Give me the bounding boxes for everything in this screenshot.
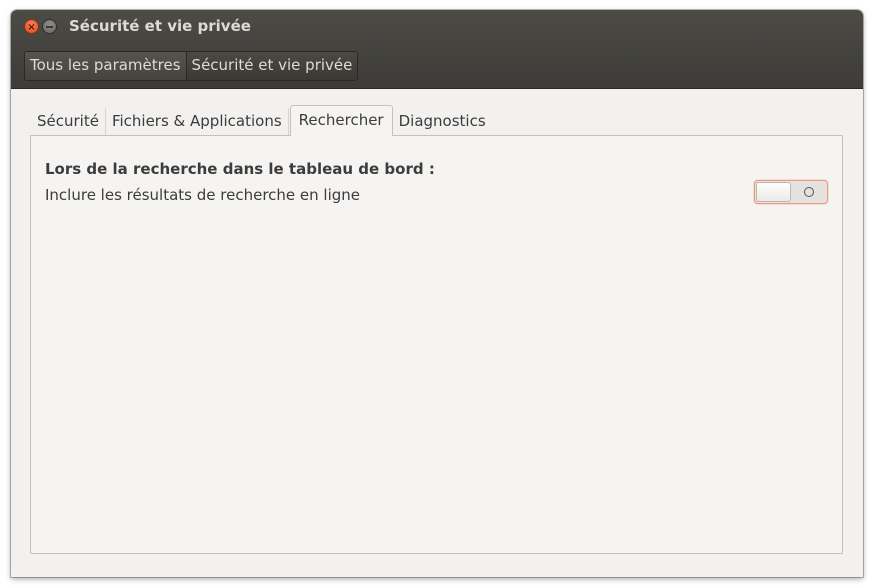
tab-files-applications[interactable]: Fichiers & Applications [106,108,289,136]
tab-search[interactable]: Rechercher [289,105,393,136]
switch-knob[interactable] [756,182,791,202]
search-panel: Lors de la recherche dans le tableau de … [30,135,843,554]
switch-off-icon [804,187,814,197]
online-results-switch[interactable] [754,180,828,204]
breadcrumb-security-privacy[interactable]: Sécurité et vie privée [185,52,358,80]
breadcrumb-all-settings[interactable]: Tous les paramètres [25,52,186,80]
titlebar: × Sécurité et vie privée [11,10,863,44]
online-results-label: Inclure les résultats de recherche en li… [45,186,361,204]
section-heading: Lors de la recherche dans le tableau de … [45,160,435,178]
minimize-icon[interactable] [42,19,57,34]
window-title: Sécurité et vie privée [69,17,251,35]
tab-bar: Sécurité Fichiers & Applications Recherc… [31,105,492,136]
settings-window: × Sécurité et vie privée Tous les paramè… [11,10,863,577]
close-icon[interactable]: × [24,19,39,34]
tab-security[interactable]: Sécurité [31,108,106,136]
header-bar: × Sécurité et vie privée Tous les paramè… [11,10,863,89]
breadcrumb: Tous les paramètres Sécurité et vie priv… [24,51,359,81]
tab-diagnostics[interactable]: Diagnostics [393,108,492,136]
